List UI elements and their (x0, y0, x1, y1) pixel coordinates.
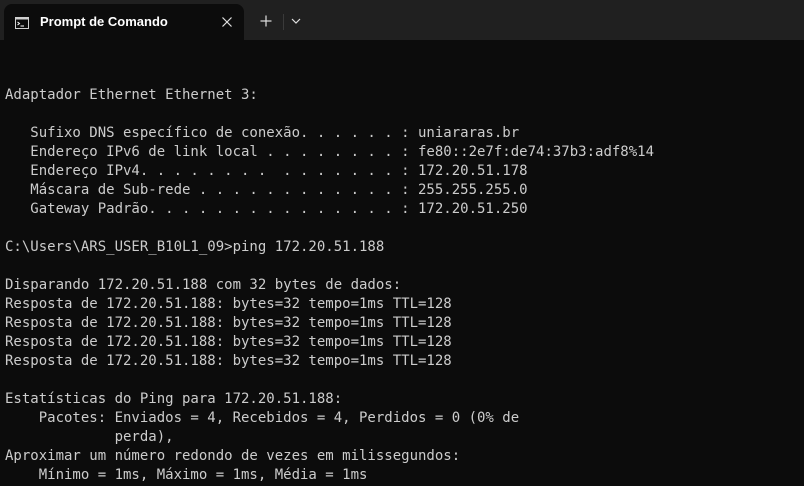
plus-icon (260, 15, 272, 27)
terminal-line: Mínimo = 1ms, Máximo = 1ms, Média = 1ms (5, 467, 368, 483)
terminal-window: Prompt de Comando Adaptador Ethernet Eth… (0, 0, 804, 486)
terminal-line: Adaptador Ethernet Ethernet 3: (5, 87, 258, 103)
terminal-line: Endereço IPv4. . . . . . . . . . . . . .… (5, 163, 528, 179)
terminal-line: C:\Users\ARS_USER_B10L1_09>ping 172.20.5… (5, 239, 385, 255)
terminal-output-area[interactable]: Adaptador Ethernet Ethernet 3: Sufixo DN… (0, 40, 804, 486)
terminal-line: Resposta de 172.20.51.188: bytes=32 temp… (5, 315, 452, 331)
terminal-line: Gateway Padrão. . . . . . . . . . . . . … (5, 201, 528, 217)
tab-divider (283, 14, 284, 30)
terminal-line: Estatísticas do Ping para 172.20.51.188: (5, 391, 343, 407)
chevron-down-icon (291, 18, 301, 24)
tab-title: Prompt de Comando (40, 14, 168, 29)
tab-prompt-de-comando[interactable]: Prompt de Comando (4, 4, 244, 40)
new-tab-button[interactable] (255, 10, 277, 32)
terminal-line: Resposta de 172.20.51.188: bytes=32 temp… (5, 334, 452, 350)
terminal-line: Aproximar um número redondo de vezes em … (5, 448, 461, 464)
terminal-lines: Adaptador Ethernet Ethernet 3: Sufixo DN… (5, 86, 654, 485)
close-tab-button[interactable] (217, 12, 237, 32)
command-prompt-icon (15, 16, 29, 29)
terminal-line: Disparando 172.20.51.188 com 32 bytes de… (5, 277, 402, 293)
terminal-line: Resposta de 172.20.51.188: bytes=32 temp… (5, 353, 452, 369)
terminal-line: Resposta de 172.20.51.188: bytes=32 temp… (5, 296, 452, 312)
terminal-line: Pacotes: Enviados = 4, Recebidos = 4, Pe… (5, 410, 520, 426)
terminal-line: perda), (5, 429, 174, 445)
terminal-line: Endereço IPv6 de link local . . . . . . … (5, 144, 655, 160)
profiles-dropdown-button[interactable] (287, 12, 305, 30)
terminal-line: Máscara de Sub-rede . . . . . . . . . . … (5, 182, 528, 198)
tab-bar: Prompt de Comando (0, 0, 804, 40)
terminal-line: Sufixo DNS específico de conexão. . . . … (5, 125, 520, 141)
close-icon (222, 17, 232, 27)
